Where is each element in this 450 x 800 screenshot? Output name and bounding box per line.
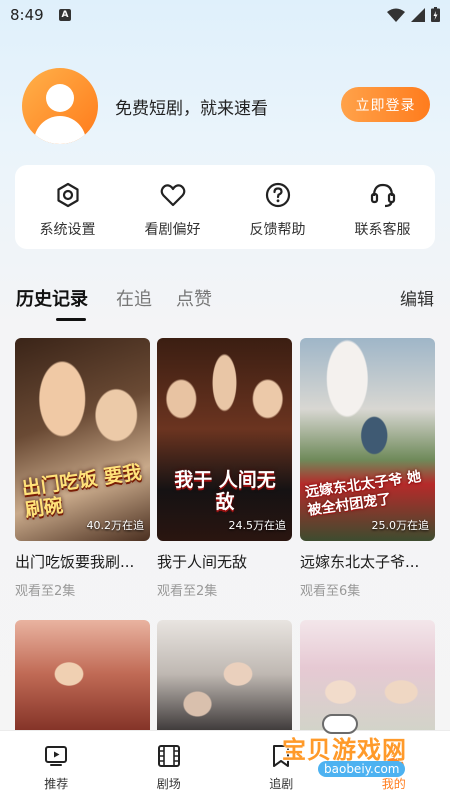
active-tab-indicator [56,318,86,321]
edit-button[interactable]: 编辑 [400,285,434,310]
history-card[interactable]: 我于 人间无敌 24.5万在追 我于人间无敌 观看至2集 [157,338,292,599]
action-label: 系统设置 [39,222,96,238]
drama-title: 我于人间无敌 [157,553,248,571]
follower-count: 24.5万在追 [228,519,287,532]
nav-label: 剧场 [156,777,181,791]
avatar[interactable] [22,68,98,144]
profile-slogan: 免费短剧，就来速看 [115,99,268,119]
watermark-text: 宝贝游戏网 [282,736,407,764]
wifi-icon [387,8,405,22]
poster-title-art: 远嫁东北太子爷 她被全村团宠了 [304,468,423,519]
drama-poster[interactable]: 远嫁东北太子爷 她被全村团宠了 25.0万在追 [300,338,435,541]
signal-icon [411,7,425,22]
action-label: 反馈帮助 [249,222,306,238]
headset-icon [370,183,395,208]
poster-title-art: 我于 人间无敌 [174,469,276,513]
drama-title: 远嫁东北太子爷... [300,553,420,571]
nav-item-recommend[interactable]: 推荐 [0,731,113,800]
drama-poster[interactable]: 出门吃饭 要我刷碗 40.2万在追 [15,338,150,541]
film-icon [157,745,180,767]
follower-count: 25.0万在追 [371,519,430,532]
watermark-url: baobeiy.com [318,761,406,777]
avatar-body [34,116,86,144]
status-icons [387,7,440,22]
watermark: 宝贝游戏网 baobeiy.com [262,714,432,788]
battery-icon [431,7,440,22]
drama-poster[interactable] [157,620,292,740]
action-feedback-help[interactable]: 反馈帮助 [225,165,330,249]
status-bar: 8:49 A [0,0,450,32]
help-icon [265,182,290,208]
nav-label: 推荐 [44,777,69,791]
tab-history[interactable]: 历史记录 [16,285,88,311]
drama-poster[interactable]: 我于 人间无敌 24.5万在追 [157,338,292,541]
poster-title-art: 出门吃饭 要我刷碗 [20,461,144,522]
action-label: 联系客服 [354,222,411,238]
tab-liked[interactable]: 点赞 [176,285,212,311]
action-system-settings[interactable]: 系统设置 [15,165,120,249]
action-watch-preference[interactable]: 看剧偏好 [120,165,225,249]
action-customer-service[interactable]: 联系客服 [330,165,435,249]
drama-poster[interactable] [15,620,150,740]
history-tabs: 历史记录 在追 点赞 编辑 [16,285,434,325]
drama-poster[interactable] [300,620,435,740]
quick-actions-card: 系统设置 看剧偏好 反馈帮助 联系客服 [15,165,435,249]
avatar-head [46,84,74,112]
watch-progress: 观看至6集 [300,584,361,599]
follower-count: 40.2万在追 [86,519,145,532]
gear-icon [56,182,79,208]
action-label: 看剧偏好 [144,222,201,238]
tab-following[interactable]: 在追 [116,285,152,311]
login-button[interactable]: 立即登录 [341,87,430,122]
history-card[interactable]: 远嫁东北太子爷 她被全村团宠了 25.0万在追 远嫁东北太子爷... 观看至6集 [300,338,435,599]
watch-progress: 观看至2集 [157,584,218,599]
play-icon [45,746,68,766]
history-card[interactable]: 出门吃饭 要我刷碗 40.2万在追 出门吃饭要我刷... 观看至2集 [15,338,150,599]
drama-title: 出门吃饭要我刷... [15,553,135,571]
status-time: 8:49 [10,6,44,24]
heart-icon [160,184,185,207]
watch-progress: 观看至2集 [15,584,76,599]
nav-item-theater[interactable]: 剧场 [113,731,226,800]
notification-icon: A [59,9,71,21]
